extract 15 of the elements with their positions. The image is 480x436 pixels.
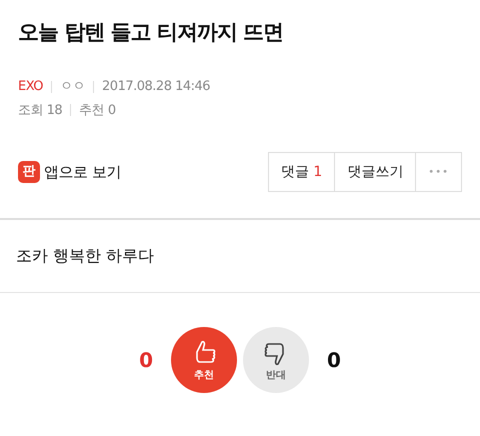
recommend-button[interactable]: 추천 (171, 327, 237, 394)
app-logo-icon[interactable]: 판 (18, 161, 40, 184)
recommend-count: 0 (139, 347, 153, 374)
post-date: 2017.08.28 14:46 (102, 79, 210, 94)
open-in-app-link[interactable]: 앱으로 보기 (44, 160, 121, 184)
post-title: 오늘 탑텐 들고 티져까지 뜨면 (17, 19, 284, 46)
post-body: 조카 행복한 하루다 (0, 220, 480, 294)
write-comment-button[interactable]: 댓글쓰기 (334, 152, 416, 192)
author-name: ㅇㅇ (60, 79, 86, 94)
oppose-count: 0 (327, 347, 341, 374)
category-link[interactable]: EXO (18, 79, 44, 94)
view-count: 조회 18 (18, 102, 62, 118)
comments-button[interactable]: 댓글 1 (268, 152, 336, 192)
recommend-count: 추천 0 (79, 102, 116, 118)
oppose-button[interactable]: 반대 (243, 327, 309, 394)
